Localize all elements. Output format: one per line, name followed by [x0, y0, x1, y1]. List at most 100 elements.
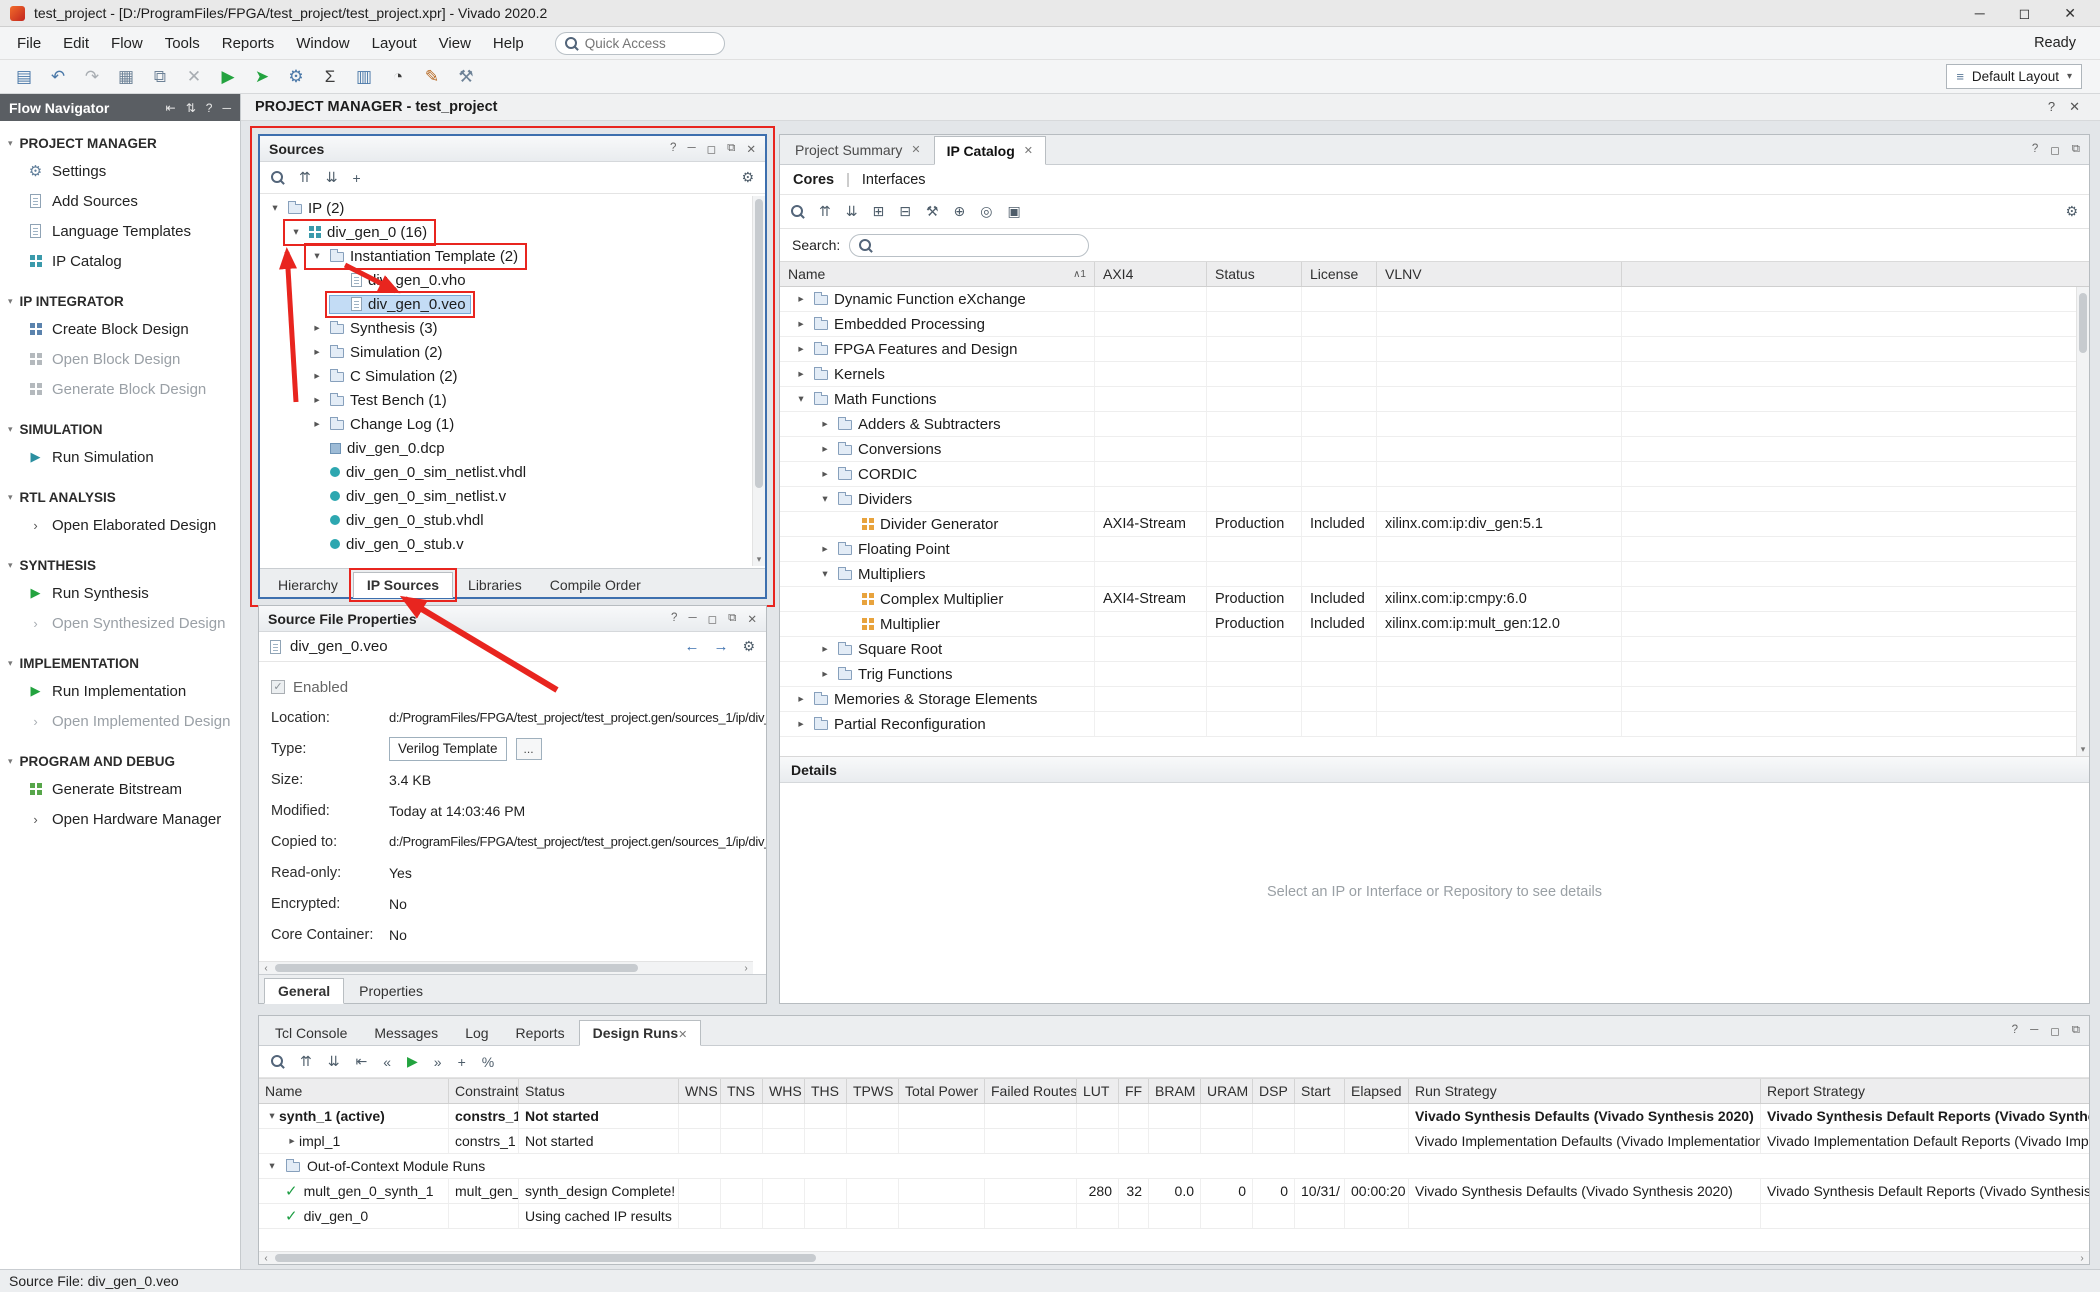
chevron-right-icon[interactable]: ▸	[818, 443, 832, 455]
catalog-vertical-scrollbar[interactable]: ▾	[2076, 287, 2089, 756]
tree-item-instantiation-template-2[interactable]: ▾Instantiation Template (2)	[260, 244, 752, 268]
forward-arrow-icon[interactable]: →	[713, 638, 728, 655]
flownav-item-generate-bitstream[interactable]: Generate Bitstream	[0, 774, 240, 804]
menu-tools[interactable]: Tools	[154, 30, 211, 57]
scrollbar-thumb[interactable]	[2079, 293, 2087, 353]
flownav-section-program-and-debug[interactable]: ▾PROGRAM AND DEBUG	[0, 749, 240, 774]
chevron-right-icon[interactable]: ▸	[818, 468, 832, 480]
maximize-icon[interactable]: ◻	[2050, 143, 2060, 157]
help-icon[interactable]: ?	[671, 612, 677, 626]
settings-gear-icon[interactable]: ⚙	[282, 64, 310, 90]
sources-vertical-scrollbar[interactable]: ▾	[752, 196, 765, 566]
customize-icon[interactable]: ⚒	[926, 203, 939, 220]
close-icon[interactable]: ✕	[2069, 99, 2080, 115]
catalog-row-cordic[interactable]: ▸CORDIC	[780, 462, 2089, 487]
tree-item-ip-2[interactable]: ▾IP (2)	[260, 196, 752, 220]
column-header-status[interactable]: Status	[519, 1079, 679, 1103]
catalog-row-math-functions[interactable]: ▾Math Functions	[780, 387, 2089, 412]
catalog-search-input[interactable]	[878, 238, 1079, 253]
close-icon[interactable]: ✕	[1024, 144, 1033, 157]
column-header-run-strategy[interactable]: Run Strategy	[1409, 1079, 1761, 1103]
catalog-row-trig-functions[interactable]: ▸Trig Functions	[780, 662, 2089, 687]
chevron-down-icon[interactable]: ▾	[794, 393, 808, 405]
group-by-icon[interactable]: ⊞	[872, 203, 884, 220]
flownav-item-open-hardware-manager[interactable]: ›Open Hardware Manager	[0, 804, 240, 834]
tab-ip-catalog[interactable]: IP Catalog✕	[934, 136, 1046, 165]
run-group-out-of-context-module-runs[interactable]: ▾Out-of-Context Module Runs	[259, 1154, 2089, 1179]
tab-properties[interactable]: Properties	[346, 979, 436, 1003]
save-icon[interactable]: ▦	[112, 64, 140, 90]
step-icon[interactable]: ➤	[248, 64, 276, 90]
maximize-icon[interactable]: ◻	[2019, 5, 2031, 22]
help-icon[interactable]: ?	[2048, 99, 2055, 115]
quick-access-input[interactable]	[585, 36, 695, 51]
catalog-row-memories-storage-elements[interactable]: ▸Memories & Storage Elements	[780, 687, 2089, 712]
column-header-wns[interactable]: WNS	[679, 1079, 721, 1103]
maximize-icon[interactable]: ◻	[707, 142, 717, 156]
back-arrow-icon[interactable]: ←	[684, 638, 699, 655]
expand-all-icon[interactable]: ⇊	[846, 203, 858, 220]
minimize-icon[interactable]: ─	[688, 612, 696, 626]
report-icon[interactable]: ▥	[350, 64, 378, 90]
catalog-row-partial-reconfiguration[interactable]: ▸Partial Reconfiguration	[780, 712, 2089, 737]
chevron-right-icon[interactable]: ▸	[794, 318, 808, 330]
flownav-item-open-elaborated-design[interactable]: ›Open Elaborated Design	[0, 510, 240, 540]
launch-runs-icon[interactable]: ▶	[407, 1053, 418, 1070]
chevron-right-icon[interactable]: ▸	[794, 718, 808, 730]
settings-gear-icon[interactable]: ⚙	[741, 169, 754, 186]
run-row-synth-1-active[interactable]: ▾synth_1 (active)constrs_1Not startedViv…	[259, 1104, 2089, 1129]
flownav-item-ip-catalog[interactable]: IP Catalog	[0, 246, 240, 276]
catalog-row-adders-subtracters[interactable]: ▸Adders & Subtracters	[780, 412, 2089, 437]
tab-general[interactable]: General	[264, 978, 344, 1004]
tab-hierarchy[interactable]: Hierarchy	[265, 573, 351, 597]
auto-hide-icon[interactable]: ⇤	[166, 101, 176, 115]
tab-messages[interactable]: Messages	[361, 1021, 451, 1045]
help-icon[interactable]: ?	[670, 142, 676, 156]
layout-select[interactable]: ≡ Default Layout ▾	[1946, 64, 2082, 89]
chevron-right-icon[interactable]: ▸	[310, 370, 324, 382]
copy-icon[interactable]: ⧉	[146, 64, 174, 90]
catalog-search-box[interactable]	[849, 234, 1089, 257]
search-icon[interactable]	[791, 205, 804, 218]
column-header-vlnv[interactable]: VLNV	[1377, 262, 1622, 286]
column-header-constraints[interactable]: Constraints	[449, 1079, 519, 1103]
column-header-whs[interactable]: WHS	[763, 1079, 805, 1103]
tree-item-synthesis-3[interactable]: ▸Synthesis (3)	[260, 316, 752, 340]
catalog-row-kernels[interactable]: ▸Kernels	[780, 362, 2089, 387]
tree-item-div-gen-0-sim-netlist-v[interactable]: ▸div_gen_0_sim_netlist.v	[260, 484, 752, 508]
tab-tcl-console[interactable]: Tcl Console	[262, 1021, 360, 1045]
flownav-item-run-synthesis[interactable]: ▶Run Synthesis	[0, 578, 240, 608]
minimize-icon[interactable]: ─	[1975, 5, 1985, 22]
menu-window[interactable]: Window	[285, 30, 360, 57]
close-icon[interactable]: ✕	[2064, 5, 2076, 22]
column-header-ths[interactable]: THS	[805, 1079, 847, 1103]
tree-item-div-gen-0-dcp[interactable]: ▸div_gen_0.dcp	[260, 436, 752, 460]
tree-item-c-simulation-2[interactable]: ▸C Simulation (2)	[260, 364, 752, 388]
add-repository-icon[interactable]: ⊕	[954, 203, 966, 220]
tab-reports[interactable]: Reports	[503, 1021, 578, 1045]
column-header-status[interactable]: Status	[1207, 262, 1302, 286]
menu-reports[interactable]: Reports	[211, 30, 286, 57]
column-header-uram[interactable]: URAM	[1201, 1079, 1253, 1103]
minimize-icon[interactable]: ─	[2030, 1024, 2038, 1038]
catalog-row-divider-generator[interactable]: ▸Divider GeneratorAXI4-StreamProductionI…	[780, 512, 2089, 537]
column-header-bram[interactable]: BRAM	[1149, 1079, 1201, 1103]
tab-compile-order[interactable]: Compile Order	[537, 573, 654, 597]
chevron-right-icon[interactable]: ▸	[310, 418, 324, 430]
column-header-start[interactable]: Start	[1295, 1079, 1345, 1103]
float-icon[interactable]: ⧉	[728, 612, 736, 626]
chevron-right-icon[interactable]: ▸	[794, 343, 808, 355]
scroll-down-icon[interactable]: ▾	[2077, 744, 2089, 755]
catalog-row-dividers[interactable]: ▾Dividers	[780, 487, 2089, 512]
catalog-row-embedded-processing[interactable]: ▸Embedded Processing	[780, 312, 2089, 337]
chevron-right-icon[interactable]: ▸	[310, 322, 324, 334]
chevron-right-icon[interactable]: ▸	[794, 693, 808, 705]
settings-gear-icon[interactable]: ⚙	[2065, 203, 2078, 220]
run-row-impl-1[interactable]: ▸impl_1constrs_1Not startedVivado Implem…	[259, 1129, 2089, 1154]
skip-icon[interactable]: »	[434, 1054, 442, 1070]
more-options-button[interactable]: ...	[516, 738, 542, 760]
quick-access-search[interactable]	[555, 32, 725, 55]
column-header-license[interactable]: License	[1302, 262, 1377, 286]
catalog-row-dynamic-function-exchange[interactable]: ▸Dynamic Function eXchange	[780, 287, 2089, 312]
chevron-down-icon[interactable]: ▾	[265, 1160, 279, 1172]
